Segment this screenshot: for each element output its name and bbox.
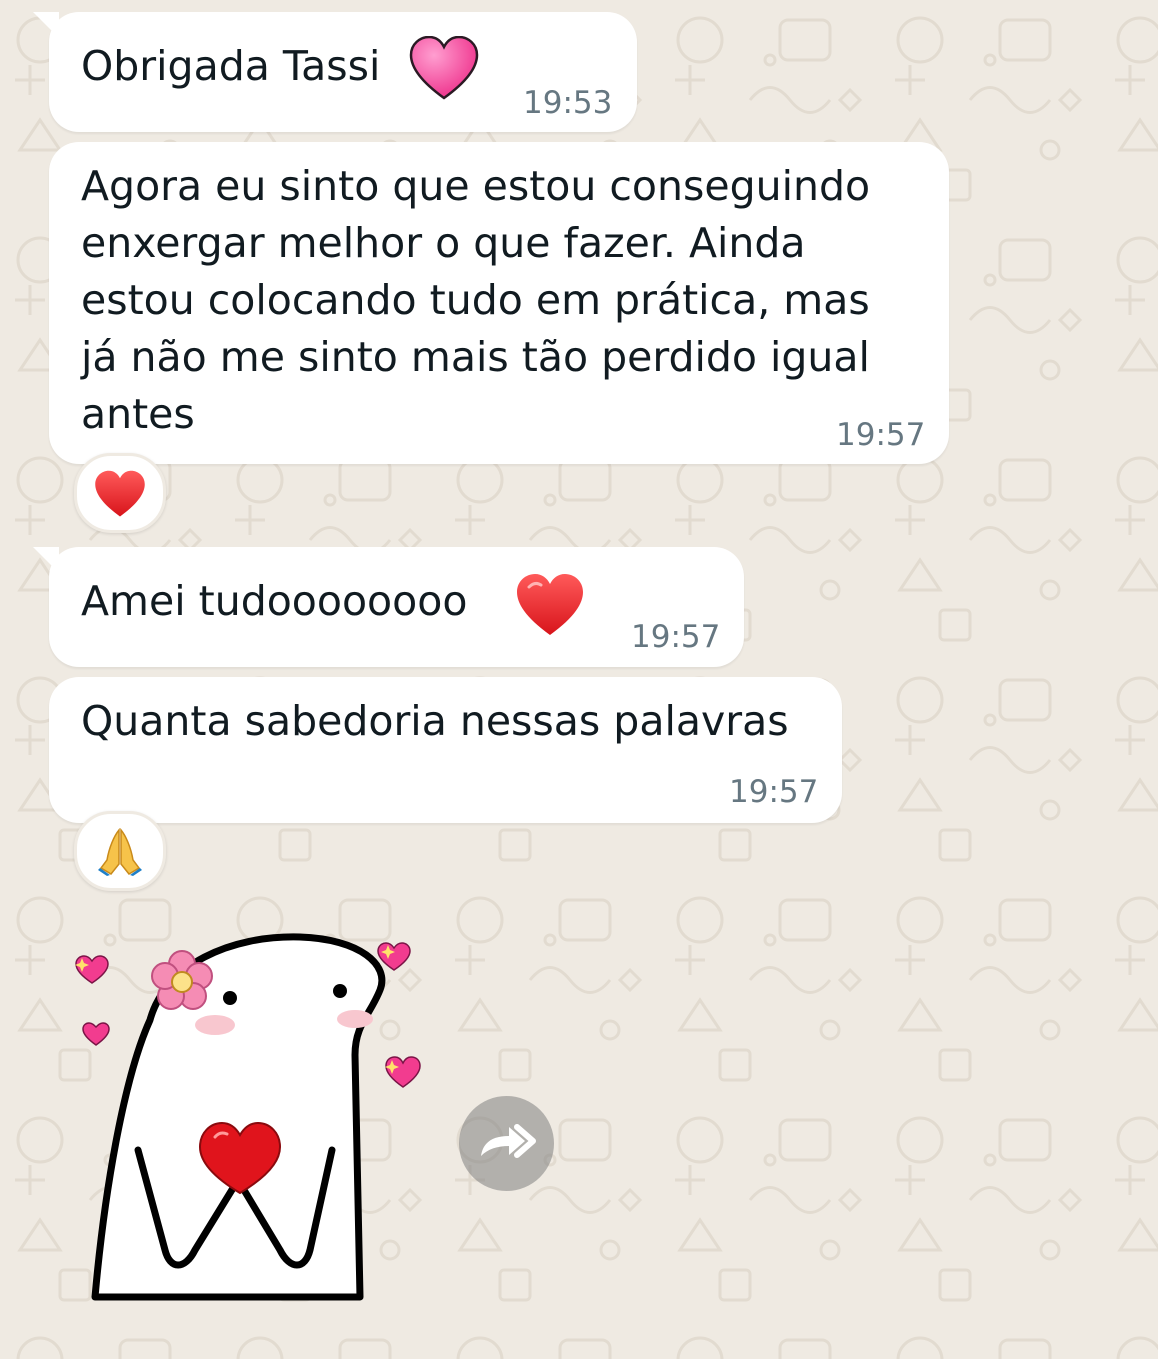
flork-with-heart-sticker[interactable]: [70, 925, 430, 1305]
forward-button[interactable]: [459, 1096, 554, 1191]
forward-icon: [481, 1124, 536, 1158]
message-bubble[interactable]: Agora eu sinto que estou conseguindo enx…: [49, 142, 949, 464]
message-text: Obrigada Tassi: [81, 42, 381, 90]
message-timestamp: 19:57: [631, 619, 721, 655]
message-text: Quanta sabedoria nessas palavras: [81, 697, 789, 745]
red-heart-icon: [95, 470, 145, 517]
folded-hands-icon: [98, 827, 142, 876]
message-timestamp: 19:53: [523, 85, 613, 121]
bubble-tail: [33, 12, 59, 38]
message-bubble[interactable]: Obrigada Tassi 19:53: [33, 12, 637, 132]
message-text: Agora eu sinto que estou conseguindo enx…: [81, 162, 871, 438]
message-bubble[interactable]: Quanta sabedoria nessas palavras 19:57: [49, 677, 842, 823]
bubble-tail: [33, 547, 59, 573]
message-timestamp: 19:57: [729, 774, 819, 810]
pink-heart-emoji: [409, 36, 479, 100]
message-text: Amei tudoooooooo: [81, 577, 468, 625]
message-bubble[interactable]: Amei tudoooooooo 19:57: [33, 547, 744, 667]
reaction-badge[interactable]: [74, 811, 166, 891]
message-timestamp: 19:57: [836, 417, 926, 453]
reaction-badge[interactable]: [74, 453, 166, 533]
red-heart-emoji: [517, 574, 583, 635]
